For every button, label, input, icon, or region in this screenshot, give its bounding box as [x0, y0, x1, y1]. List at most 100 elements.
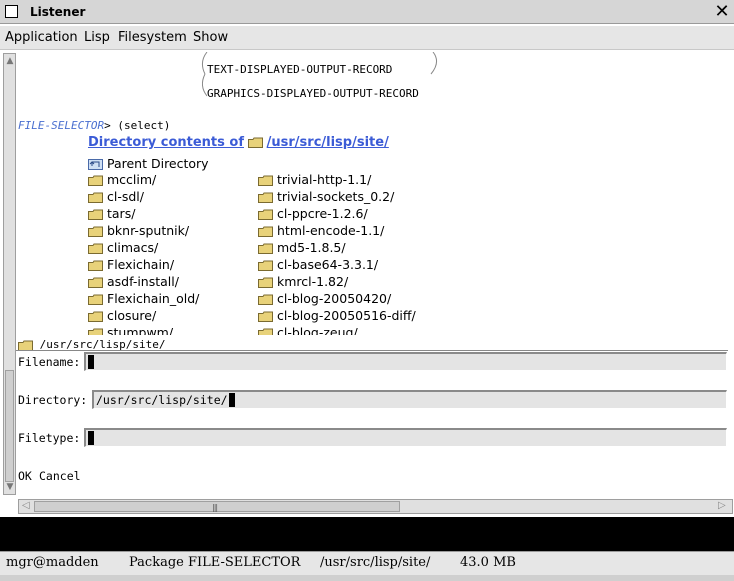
- directory-entry[interactable]: cl-ppcre-1.2.6/: [258, 206, 368, 221]
- directory-value: /usr/src/lisp/site/: [96, 393, 228, 407]
- directory-entry-label: cl-blog-20050420/: [277, 291, 392, 306]
- menu-show[interactable]: Show: [193, 30, 228, 45]
- folder-icon: [88, 294, 103, 305]
- directory-entry[interactable]: bknr-sputnik/: [88, 223, 189, 238]
- directory-entry-label: asdf-install/: [107, 274, 179, 289]
- directory-entry[interactable]: stumpwm/: [88, 325, 173, 335]
- text-cursor: [88, 431, 94, 445]
- directory-entry[interactable]: cl-blog-20050516-diff/: [258, 308, 416, 323]
- directory-entry-label: cl-blog-zeug/: [277, 325, 358, 335]
- graph-node-graphics-record[interactable]: GRAPHICS-DISPLAYED-OUTPUT-RECORD: [207, 87, 419, 100]
- directory-entry-label: kmrcl-1.82/: [277, 274, 349, 289]
- directory-entry-label: bknr-sputnik/: [107, 223, 190, 238]
- folder-icon: [258, 328, 273, 335]
- directory-listing: mcclim/cl-sdl/tars/bknr-sputnik/climacs/…: [16, 172, 728, 335]
- parent-directory-label: Parent Directory: [106, 156, 209, 171]
- folder-icon: [247, 137, 263, 148]
- directory-heading: Directory contents of /usr/src/lisp/site…: [88, 135, 389, 150]
- directory-entry[interactable]: md5-1.8.5/: [258, 240, 346, 255]
- status-user: mgr@madden: [6, 555, 99, 570]
- folder-icon: [88, 243, 103, 254]
- vertical-scroll-thumb[interactable]: [5, 370, 14, 482]
- directory-entry-label: cl-blog-20050516-diff/: [277, 308, 416, 323]
- filename-label: Filename:: [18, 355, 81, 369]
- window-title: Listener: [30, 5, 86, 19]
- parent-directory-icon: [88, 159, 103, 170]
- directory-label: Directory:: [18, 393, 88, 407]
- folder-icon: [18, 340, 33, 351]
- ok-button[interactable]: OK: [18, 469, 32, 483]
- prompt-package: FILE-SELECTOR: [18, 119, 105, 132]
- folder-icon: [258, 294, 273, 305]
- text-cursor: [88, 355, 94, 369]
- cancel-button[interactable]: Cancel: [39, 469, 81, 483]
- directory-entry[interactable]: cl-base64-3.3.1/: [258, 257, 378, 272]
- menu-lisp[interactable]: Lisp: [84, 30, 110, 45]
- graph-node-text-record[interactable]: TEXT-DISPLAYED-OUTPUT-RECORD: [207, 63, 392, 76]
- divider: [16, 350, 728, 351]
- directory-entry-label: climacs/: [107, 240, 159, 255]
- directory-entry[interactable]: cl-blog-20050420/: [258, 291, 391, 306]
- scroll-right-icon[interactable]: ▷: [718, 500, 726, 511]
- folder-icon: [88, 328, 103, 335]
- directory-entry[interactable]: trivial-sockets_0.2/: [258, 189, 394, 204]
- directory-entry[interactable]: kmrcl-1.82/: [258, 274, 348, 289]
- folder-icon: [258, 226, 273, 237]
- prompt-command: > (select): [104, 119, 171, 132]
- interactor-pane[interactable]: [0, 517, 734, 551]
- folder-icon: [88, 209, 103, 220]
- directory-entry[interactable]: trivial-http-1.1/: [258, 172, 371, 187]
- folder-icon: [258, 209, 273, 220]
- folder-icon: [88, 226, 103, 237]
- menu-bar: [0, 26, 734, 50]
- folder-icon: [88, 175, 103, 186]
- folder-icon: [258, 175, 273, 186]
- filename-field[interactable]: [84, 352, 727, 371]
- scroll-left-icon[interactable]: ◁: [22, 500, 30, 511]
- prompt-line: FILE-SELECTOR> (select): [18, 119, 170, 132]
- menu-filesystem[interactable]: Filesystem: [118, 30, 187, 45]
- directory-entry-label: trivial-http-1.1/: [277, 172, 372, 187]
- directory-entry[interactable]: html-encode-1.1/: [258, 223, 384, 238]
- directory-heading-label[interactable]: Directory contents of: [88, 135, 244, 150]
- folder-icon: [88, 260, 103, 271]
- folder-icon: [88, 192, 103, 203]
- close-icon[interactable]: ✕: [712, 2, 732, 22]
- directory-entry-label: closure/: [107, 308, 157, 323]
- directory-entry-label: cl-sdl/: [107, 189, 144, 204]
- parent-directory-link[interactable]: Parent Directory: [88, 156, 209, 171]
- folder-icon: [258, 311, 273, 322]
- filetype-field[interactable]: [84, 428, 727, 447]
- directory-field[interactable]: /usr/src/lisp/site/: [92, 390, 727, 409]
- menu-application[interactable]: Application: [5, 30, 78, 45]
- directory-entry-label: trivial-sockets_0.2/: [277, 189, 395, 204]
- folder-icon: [88, 277, 103, 288]
- directory-entry-label: Flexichain/: [107, 257, 175, 272]
- directory-entry[interactable]: climacs/: [88, 240, 158, 255]
- directory-entry[interactable]: tars/: [88, 206, 135, 221]
- text-cursor: [229, 393, 235, 407]
- directory-entry[interactable]: Flexichain/: [88, 257, 174, 272]
- status-memory: 43.0 MB: [460, 555, 516, 570]
- directory-entry[interactable]: mcclim/: [88, 172, 156, 187]
- directory-entry[interactable]: cl-blog-zeug/: [258, 325, 358, 335]
- directory-entry-label: md5-1.8.5/: [277, 240, 346, 255]
- folder-icon: [258, 192, 273, 203]
- directory-entry-label: html-encode-1.1/: [277, 223, 385, 238]
- folder-icon: [258, 243, 273, 254]
- status-directory: /usr/src/lisp/site/: [320, 555, 431, 570]
- filetype-label: Filetype:: [18, 431, 81, 445]
- directory-entry[interactable]: asdf-install/: [88, 274, 179, 289]
- directory-entry-label: mcclim/: [107, 172, 157, 187]
- directory-heading-path[interactable]: /usr/src/lisp/site/: [267, 135, 389, 150]
- directory-entry-label: cl-ppcre-1.2.6/: [277, 206, 368, 221]
- scroll-down-icon[interactable]: ▼: [5, 482, 15, 492]
- directory-entry[interactable]: Flexichain_old/: [88, 291, 199, 306]
- folder-icon: [258, 277, 273, 288]
- directory-entry[interactable]: closure/: [88, 308, 156, 323]
- scroll-up-icon[interactable]: ▲: [5, 56, 15, 66]
- directory-entry[interactable]: cl-sdl/: [88, 189, 144, 204]
- directory-entry-label: tars/: [107, 206, 136, 221]
- directory-entry-label: stumpwm/: [107, 325, 174, 335]
- directory-entry-label: Flexichain_old/: [107, 291, 200, 306]
